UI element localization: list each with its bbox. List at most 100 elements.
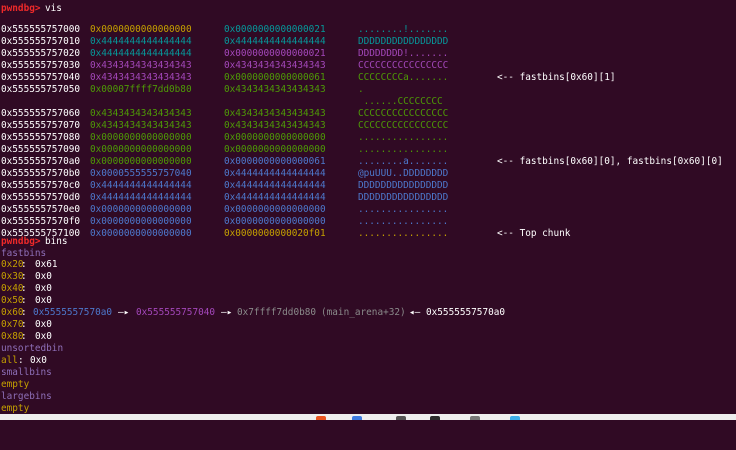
qword-1: 0x0000000000000000 [90,144,192,155]
row-address: 0x5555557570f0 [1,216,81,227]
colon: : [21,295,27,306]
qword-1: 0x4444444444444444 [90,48,192,59]
left-arrow-icon: ◂— [409,307,421,318]
qword-2: 0x4343434343434343 [224,120,326,131]
chain-address: 0x555555757040 [136,307,216,318]
right-arrow-icon: —▸ [221,307,233,318]
app-icon[interactable] [470,416,480,420]
bin-label: all [1,355,18,366]
chunk-annotation: <-- Top chunk [497,228,571,239]
qword-1: 0x4343434343434343 [90,120,192,131]
colon: : [21,319,27,330]
qword-2: 0x0000000000000000 [224,144,326,155]
qword-1: 0x0000555555757040 [90,168,192,179]
app-icon[interactable] [352,416,362,420]
ascii-dump: DDDDDDDDDDDDDDDD [358,180,449,191]
qword-1: 0x0000000000000000 [90,228,192,239]
qword-2: 0x4343434343434343 [224,84,326,95]
row-address: 0x555555757040 [1,72,81,83]
chunk-annotation: <-- fastbins[0x60][1] [497,72,616,83]
fastbin-chain-row: 0x60 : 0x5555557570a0 —▸ 0x555555757040 … [1,307,505,319]
app-icon[interactable] [396,416,406,420]
qword-2: 0x0000000000000061 [224,72,326,83]
chain-address: 0x7ffff7dd0b80 [237,307,317,318]
bin-value: 0x0 [35,331,52,342]
row-address: 0x5555557570b0 [1,168,81,179]
row-address: 0x555555757050 [1,84,81,95]
qword-2: 0x0000000000020f01 [224,228,326,239]
terminal-window[interactable]: pwndbg> vis 0x555555757000 0x0000000000000… [1,0,736,414]
ascii-dump: DDDDDDDDDDDDDDDD [358,192,449,203]
row-address: 0x555555757090 [1,144,81,155]
qword-2: 0x4444444444444444 [224,168,326,179]
ascii-dump: DDDDDDDD!....... [358,48,449,59]
qword-2: 0x0000000000000000 [224,132,326,143]
row-address: 0x555555757030 [1,60,81,71]
chain-symbol: (main_arena+32) [321,307,406,318]
qword-2: 0x0000000000000000 [224,204,326,215]
ascii-dump: CCCCCCCCCCCCCCCC [358,120,449,131]
ascii-dump: @puUUU..DDDDDDDD [358,168,449,179]
qword-2: 0x0000000000000021 [224,48,326,59]
row-address: 0x5555557570c0 [1,180,81,191]
qword-1: 0x4444444444444444 [90,180,192,191]
qword-2: 0x4444444444444444 [224,36,326,47]
qword-1: 0x4343434343434343 [90,72,192,83]
command-line: pwndbg> bins [1,236,68,248]
ascii-dump: . [358,84,364,95]
qword-1: 0x4444444444444444 [90,36,192,47]
row-address: 0x5555557570e0 [1,204,81,215]
row-address: 0x555555757060 [1,108,81,119]
qword-1: 0x4343434343434343 [90,60,192,71]
bin-value: 0x0 [30,355,47,366]
row-address: 0x555555757070 [1,120,81,131]
bin-value: 0x61 [35,259,58,270]
qword-1: 0x4444444444444444 [90,192,192,203]
ascii-dump: CCCCCCCCCCCCCCCC [358,60,449,71]
colon: : [18,355,24,366]
row-address: 0x555555757010 [1,36,81,47]
ascii-dump: ........!....... [358,24,449,35]
qword-1: 0x00007ffff7dd0b80 [90,84,192,95]
app-icon[interactable] [316,416,326,420]
row-address: 0x5555557570a0 [1,156,81,167]
qword-1: 0x0000000000000000 [90,204,192,215]
qword-2: 0x0000000000000021 [224,24,326,35]
largebins-heading: largebins [1,391,52,402]
taskbar [0,414,736,420]
qword-1: 0x0000000000000000 [90,24,192,35]
ascii-dump: ........a....... [358,156,449,167]
ascii-dump: ................ [358,132,449,143]
colon: : [21,307,27,318]
colon: : [21,271,27,282]
command-text: vis [45,3,62,14]
unsortedbin-heading: unsortedbin [1,343,64,354]
colon: : [21,331,27,342]
command-text: bins [45,236,68,247]
qword-1: 0x0000000000000000 [90,132,192,143]
ascii-dump: DDDDDDDDDDDDDDDD [358,36,449,47]
ascii-dump: ................ [358,228,449,239]
smallbins-value: empty [1,379,30,390]
unsortedbin-row: all : 0x0 [1,355,47,367]
chunk-annotation: <-- fastbins[0x60][0], fastbins[0x60][0] [497,156,723,167]
ascii-dump: CCCCCCCCa....... [358,72,449,83]
prompt: pwndbg> [1,3,41,14]
row-address: 0x5555557570d0 [1,192,81,203]
qword-2: 0x4444444444444444 [224,192,326,203]
colon: : [21,259,27,270]
bin-value: 0x0 [35,295,52,306]
row-address: 0x555555757000 [1,24,81,35]
app-icon[interactable] [510,416,520,420]
ascii-dump: ................ [358,144,449,155]
app-icon[interactable] [430,416,440,420]
ascii-dump: ......CCCCCCCC [358,96,443,107]
qword-2: 0x4343434343434343 [224,60,326,71]
chain-address: 0x5555557570a0 [426,307,506,318]
command-line: pwndbg> vis [1,3,62,15]
qword-2: 0x4343434343434343 [224,108,326,119]
qword-1: 0x0000000000000000 [90,216,192,227]
right-arrow-icon: —▸ [118,307,130,318]
ascii-dump: CCCCCCCCCCCCCCCC [358,108,449,119]
row-address: 0x555555757020 [1,48,81,59]
